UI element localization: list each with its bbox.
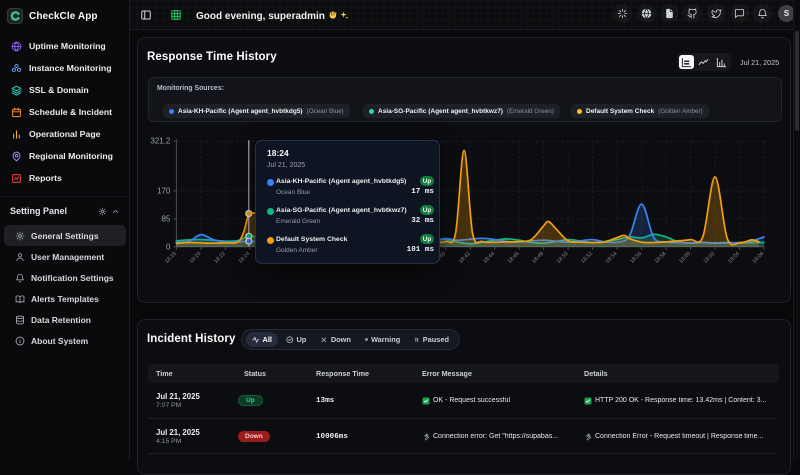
svg-text:18:58: 18:58 <box>654 251 668 265</box>
svg-text:19:04: 19:04 <box>727 251 741 265</box>
svg-text:18:48: 18:48 <box>531 251 545 265</box>
svg-text:18:42: 18:42 <box>458 251 472 265</box>
svg-text:18:50: 18:50 <box>556 251 570 265</box>
svg-text:19:02: 19:02 <box>703 251 717 265</box>
svg-text:18:46: 18:46 <box>507 251 521 265</box>
svg-text:19:06: 19:06 <box>752 251 766 265</box>
svg-text:18:44: 18:44 <box>482 251 496 265</box>
svg-text:321.2: 321.2 <box>150 137 171 146</box>
svg-text:19:00: 19:00 <box>678 251 692 265</box>
svg-text:85: 85 <box>161 214 170 223</box>
svg-text:18:54: 18:54 <box>605 251 619 265</box>
svg-text:18:18: 18:18 <box>164 251 178 265</box>
svg-text:170: 170 <box>157 186 171 195</box>
svg-text:18:52: 18:52 <box>580 251 594 265</box>
svg-text:0: 0 <box>166 242 171 251</box>
svg-text:18:20: 18:20 <box>189 251 203 265</box>
svg-text:18:24: 18:24 <box>238 251 252 265</box>
svg-text:18:22: 18:22 <box>213 251 227 265</box>
svg-text:18:56: 18:56 <box>629 251 643 265</box>
